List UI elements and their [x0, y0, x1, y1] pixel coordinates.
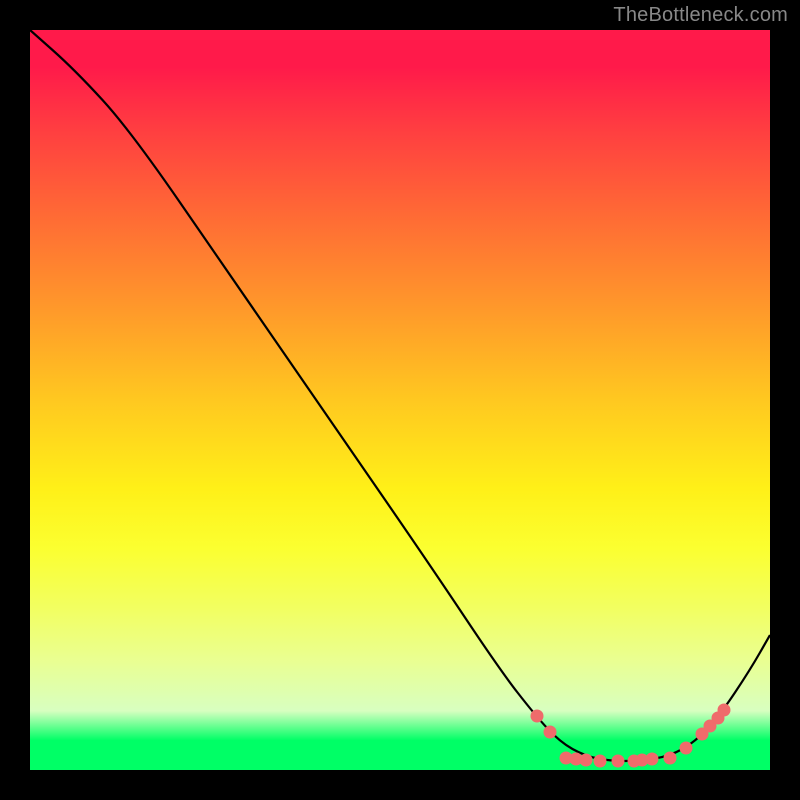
plot-area [30, 30, 770, 770]
chart-svg [30, 30, 770, 770]
data-point-marker [531, 710, 544, 723]
data-point-marker [646, 753, 659, 766]
data-point-marker [664, 752, 677, 765]
data-point-marker [544, 726, 557, 739]
bottleneck-curve [30, 30, 770, 761]
data-point-marker [594, 755, 607, 768]
watermark-text: TheBottleneck.com [613, 4, 788, 27]
marker-group [531, 704, 731, 768]
data-point-marker [680, 742, 693, 755]
data-point-marker [718, 704, 731, 717]
data-point-marker [612, 755, 625, 768]
data-point-marker [580, 754, 593, 767]
